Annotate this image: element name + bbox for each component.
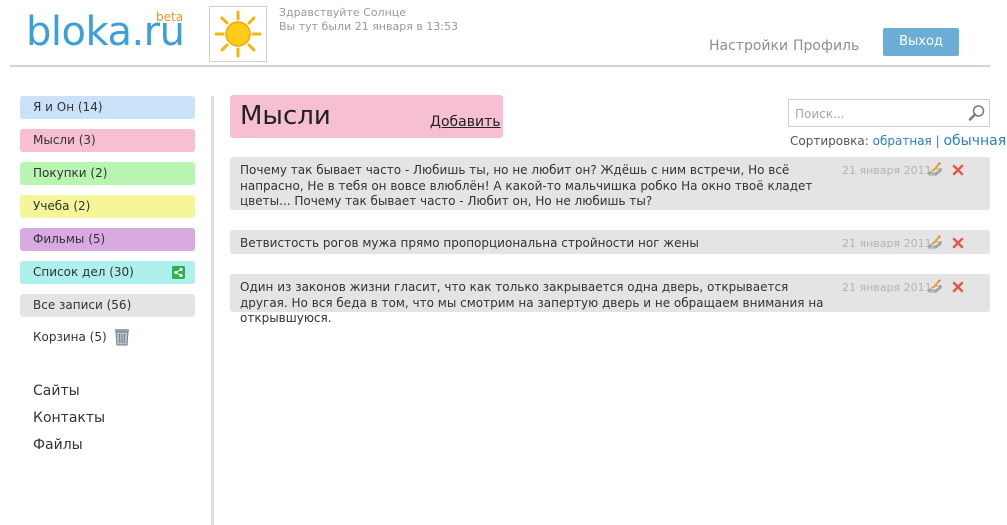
note-date: 21 января 2011 — [842, 164, 932, 177]
sidebar-link-contacts[interactable]: Контакты — [33, 410, 105, 426]
sort-normal-link[interactable]: обычная — [943, 133, 1006, 149]
list-item: Почему так бывает часто - Любишь ты, но … — [230, 157, 990, 210]
list-item: Один из законов жизни гласит, что как то… — [230, 274, 990, 325]
delete-icon[interactable] — [951, 236, 965, 250]
exit-button[interactable]: Выход — [883, 28, 959, 56]
category-spisok-del[interactable]: Список дел (30) — [20, 261, 195, 284]
greeting-text: Здравствуйте Солнце — [279, 6, 407, 19]
edit-icon[interactable] — [927, 235, 943, 251]
sidebar-link-files[interactable]: Файлы — [33, 437, 83, 453]
note-date: 21 января 2011 — [842, 281, 932, 294]
note-text: Один из законов жизни гласит, что как то… — [240, 280, 824, 325]
sun-icon — [214, 10, 262, 58]
settings-link[interactable]: Настройки — [709, 38, 788, 54]
last-visit-text: Вы тут были 21 января в 13:53 — [279, 20, 458, 33]
sort-separator: | — [935, 134, 940, 148]
note-text: Ветвистость рогов мужа прямо пропорциона… — [240, 236, 699, 250]
trash-link[interactable]: Корзина (5) — [33, 328, 129, 346]
add-note-link[interactable]: Добавить — [430, 114, 500, 130]
list-item: Ветвистость рогов мужа прямо пропорциона… — [230, 230, 990, 254]
profile-link[interactable]: Профиль — [793, 38, 859, 54]
sort-reverse-link[interactable]: обратная — [873, 134, 932, 148]
note-date: 21 января 2011 — [842, 237, 932, 250]
header: bloka.ru beta Здравствуйте Солнце Вы тут… — [0, 0, 1007, 68]
trash-icon — [115, 329, 129, 346]
page-title: Мысли — [240, 101, 331, 131]
search-box — [788, 99, 990, 127]
delete-icon[interactable] — [951, 280, 965, 294]
category-title-box: Мысли Добавить — [230, 95, 503, 138]
category-vse-zapisi[interactable]: Все записи (56) — [20, 294, 195, 317]
greeting-block: Здравствуйте Солнце Вы тут были 21 январ… — [279, 6, 458, 34]
category-label: Я и Он (14) — [33, 100, 103, 114]
category-label: Покупки (2) — [33, 166, 108, 180]
category-ya-i-on[interactable]: Я и Он (14) — [20, 96, 195, 119]
sort-controls: Сортировка: обратная | обычная — [790, 133, 1006, 149]
category-label: Список дел (30) — [33, 265, 134, 279]
trash-label: Корзина (5) — [33, 330, 107, 344]
edit-icon[interactable] — [927, 162, 943, 178]
header-divider — [10, 65, 990, 67]
category-label: Мысли (3) — [33, 133, 96, 147]
category-label: Фильмы (5) — [33, 232, 106, 246]
category-label: Все записи (56) — [33, 298, 132, 312]
edit-icon[interactable] — [927, 279, 943, 295]
note-text: Почему так бывает часто - Любишь ты, но … — [240, 163, 813, 208]
category-mysli[interactable]: Мысли (3) — [20, 129, 195, 152]
category-pokupki[interactable]: Покупки (2) — [20, 162, 195, 185]
category-filmy[interactable]: Фильмы (5) — [20, 228, 195, 251]
logo-beta-badge: beta — [156, 10, 184, 24]
vertical-divider — [211, 96, 214, 525]
search-input[interactable] — [793, 103, 969, 125]
search-icon[interactable] — [968, 104, 986, 122]
share-icon[interactable] — [172, 266, 185, 279]
sidebar-link-sites[interactable]: Сайты — [33, 383, 80, 399]
sort-label: Сортировка: — [790, 134, 869, 148]
category-label: Учеба (2) — [33, 199, 91, 213]
avatar[interactable] — [209, 6, 267, 62]
delete-icon[interactable] — [951, 163, 965, 177]
category-ucheba[interactable]: Учеба (2) — [20, 195, 195, 218]
